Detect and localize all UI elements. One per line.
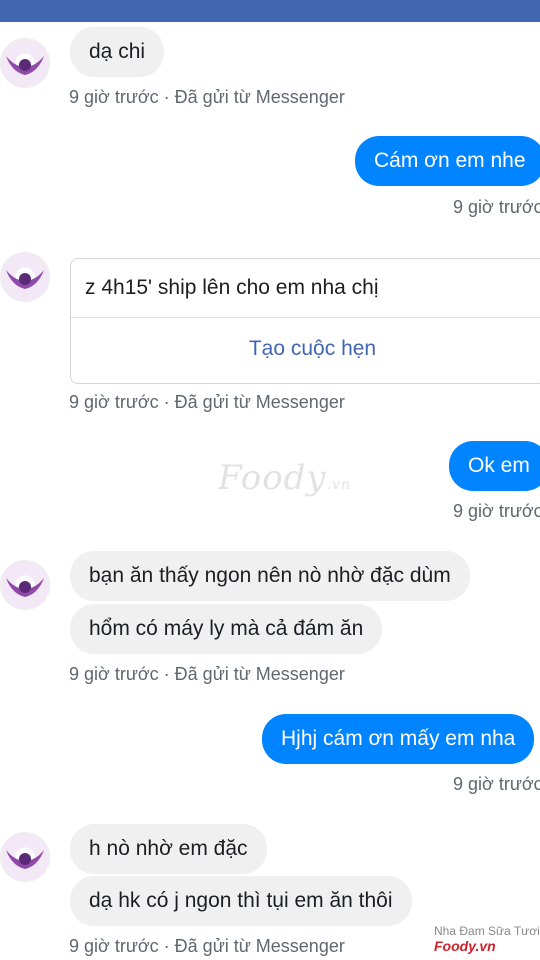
create-appointment-button[interactable]: Tạo cuộc hẹn (71, 337, 540, 361)
incoming-message[interactable]: dạ chi (70, 27, 165, 77)
message-timestamp: 9 giờ trước (453, 774, 540, 794)
foody-watermark: Foody.vn (218, 458, 352, 498)
incoming-message[interactable]: hổm có máy ly mà cả đám ăn (70, 604, 383, 654)
sender-avatar[interactable] (0, 38, 50, 88)
avatar-logo-icon (6, 578, 44, 597)
card-divider (71, 317, 540, 318)
sender-avatar[interactable] (0, 832, 50, 882)
message-timestamp: 9 giờ trước · Đã gửi từ Messenger (69, 664, 345, 684)
outgoing-message[interactable]: Cám ơn em nhe (355, 136, 540, 186)
event-suggestion-card: z 4h15' ship lên cho em nha chị Tạo cuộc… (70, 258, 540, 384)
sender-avatar[interactable] (0, 560, 50, 610)
message-timestamp: 9 giờ trước · Đã gửi từ Messenger (69, 936, 345, 956)
message-timestamp: 9 giờ trước · Đã gửi từ Messenger (69, 392, 345, 412)
incoming-message[interactable]: bạn ăn thấy ngon nên nò nhờ đặc dùm (70, 551, 470, 601)
outgoing-message[interactable]: Ok em (449, 441, 540, 491)
top-bar (0, 0, 540, 22)
outgoing-message[interactable]: Hjhj cám ơn mấy em nha (262, 714, 535, 764)
message-timestamp: 9 giờ trước (453, 197, 540, 217)
card-message-text: z 4h15' ship lên cho em nha chị (85, 276, 379, 299)
sender-avatar[interactable] (0, 252, 50, 302)
message-timestamp: 9 giờ trước · Đã gửi từ Messenger (69, 87, 345, 107)
foody-logo: Foody.vn (434, 938, 496, 954)
message-timestamp: 9 giờ trước (453, 501, 540, 521)
incoming-message[interactable]: dạ hk có j ngon thì tụi em ăn thôi (70, 876, 412, 926)
incoming-message[interactable]: h nò nhờ em đặc (70, 824, 267, 874)
avatar-logo-icon (6, 56, 44, 75)
avatar-logo-icon (6, 270, 44, 289)
avatar-logo-icon (6, 850, 44, 869)
watermark-caption: Nha Đam Sữa Tươi (434, 924, 540, 938)
